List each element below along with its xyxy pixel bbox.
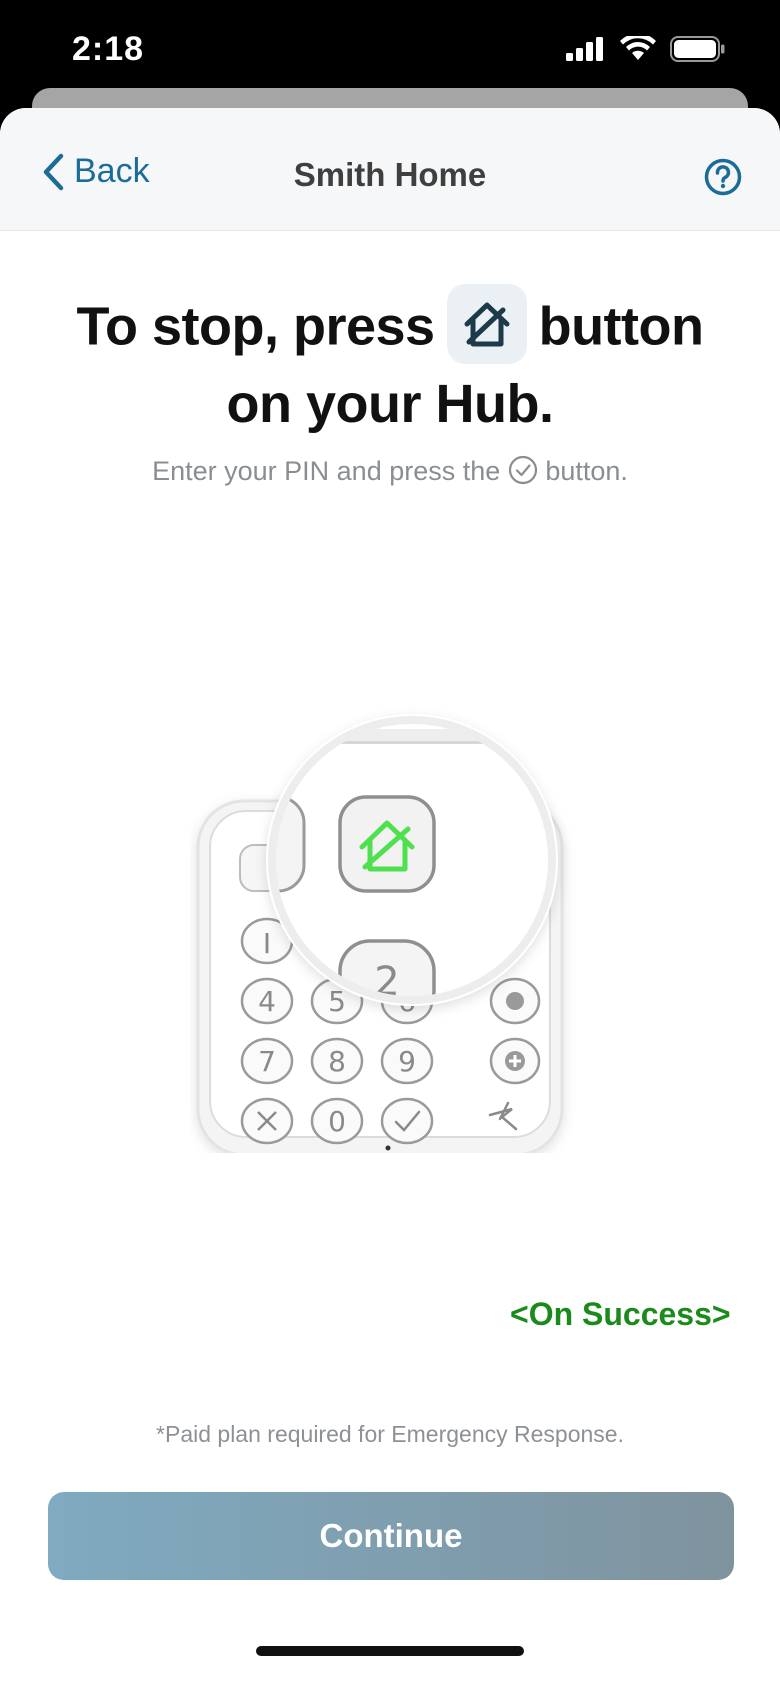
keypad-key-7-label: 7	[258, 1045, 276, 1078]
on-success-annotation: <On Success>	[510, 1296, 731, 1332]
navigation-bar: Back Smith Home	[0, 108, 780, 231]
continue-button[interactable]: Continue	[48, 1492, 734, 1580]
status-bar: 2:18	[0, 0, 780, 100]
keypad-key-1-label: I	[263, 927, 271, 960]
page-title: Smith Home	[293, 156, 487, 193]
signal-icon	[566, 37, 603, 61]
keypad-key-8-label: 8	[328, 1045, 346, 1078]
status-time: 2:18	[72, 30, 145, 68]
headline-part2: button	[538, 296, 704, 357]
keypad-key-5-label: 5	[328, 985, 346, 1018]
help-button[interactable]	[704, 158, 742, 201]
home-disarm-button-icon	[446, 284, 527, 364]
status-icons	[566, 36, 726, 62]
paid-plan-footnote: *Paid plan required for Emergency Respon…	[156, 1421, 624, 1447]
check-circle-icon	[508, 455, 537, 484]
home-disarm-icon	[464, 302, 510, 347]
battery-icon	[670, 36, 725, 62]
magnified-home-key	[338, 795, 436, 893]
question-circle-icon	[704, 158, 742, 196]
keypad-key-4-label: 4	[258, 985, 276, 1018]
headline-line2: on your Hub.	[226, 374, 554, 434]
home-indicator[interactable]	[256, 1646, 524, 1656]
keypad-key-check	[380, 1097, 434, 1145]
wifi-icon	[620, 36, 656, 60]
headline: To stop, press button on your Hub.	[0, 284, 780, 438]
headline-part1: To stop, press	[76, 296, 436, 357]
modal-sheet: Back Smith Home To stop, press button on…	[0, 108, 780, 1688]
instruction-text: Enter your PIN and press the button.	[0, 455, 780, 488]
keypad-illustration: I 4 5 6 7 8 9 0	[196, 714, 564, 1153]
instruction-after: button.	[545, 456, 628, 486]
keypad-key-0-label: 0	[328, 1105, 346, 1138]
instruction-before: Enter your PIN and press the	[152, 456, 501, 486]
keypad-key-9-label: 9	[398, 1045, 416, 1078]
